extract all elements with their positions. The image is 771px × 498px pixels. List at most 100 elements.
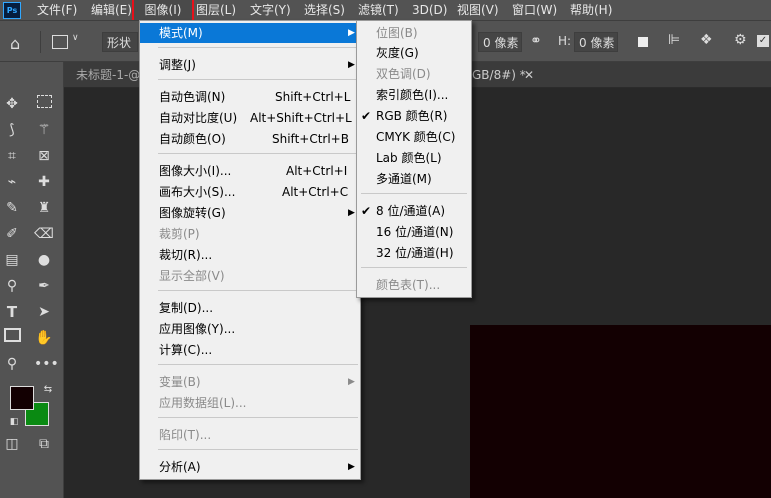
menu-item-auto-contrast[interactable]: 自动对比度(U) Alt+Shift+Ctrl+L [140,108,360,128]
submenu-item-8-bit[interactable]: ✔ 8 位/通道(A) [357,201,471,221]
move-tool-icon[interactable]: ✥ [2,94,22,114]
home-icon[interactable]: ⌂ [10,34,20,53]
submenu-arrow-icon: ▶ [348,462,355,472]
menu-item-canvas-size[interactable]: 画布大小(S)... Alt+Ctrl+C [140,182,360,202]
menu-separator [361,193,467,194]
width-field[interactable]: 0 像素 [478,32,522,52]
type-tool-icon[interactable]: T [2,302,22,322]
more-tools-icon[interactable]: ••• [34,354,59,374]
foreground-color-swatch[interactable] [10,386,34,410]
menu-item-auto-color[interactable]: 自动颜色(O) Shift+Ctrl+B [140,129,360,149]
dodge-tool-icon[interactable]: ⚲ [2,276,22,296]
blur-tool-icon[interactable]: ● [34,250,54,270]
close-icon[interactable]: ✕ [524,62,534,88]
menu-item-apply-image[interactable]: 应用图像(Y)... [140,319,360,339]
history-brush-icon[interactable]: ✐ [2,224,22,244]
zoom-tool-icon[interactable]: ⚲ [2,354,22,374]
menu-separator [158,449,358,450]
submenu-arrow-icon: ▶ [348,60,355,70]
menu-item-apply-data-set: 应用数据组(L)... [159,396,247,410]
menu-select[interactable]: 选择(S) [304,0,345,20]
submenu-arrow-icon: ▶ [348,28,355,38]
mode-submenu: 位图(B) 灰度(G) 双色调(D) 索引颜色(I)... ✔ RGB 颜色(R… [356,20,472,298]
menu-item-adjust[interactable]: 调整(J) ▶ [140,55,360,75]
gradient-tool-icon[interactable]: ▤ [2,250,22,270]
submenu-item-16-bit[interactable]: 16 位/通道(N) [357,222,471,242]
menu-item-variables: 变量(B) ▶ [140,372,360,392]
submenu-item-duotone: 双色调(D) [376,67,431,81]
submenu-item-multichannel[interactable]: 多通道(M) [357,169,471,189]
tools-panel: ✥ ⟆ ⚚ ⌗ ⊠ ⌁ ✚ ✎ ♜ ✐ ⌫ ▤ ● ⚲ ✒ T ➤ ✋ ⚲ ••… [0,62,64,498]
frame-tool-icon[interactable]: ⊠ [34,146,54,166]
submenu-arrow-icon: ▶ [348,208,355,218]
lasso-tool-icon[interactable]: ⟆ [2,120,22,140]
menu-file[interactable]: 文件(F) [37,0,77,20]
magic-wand-icon[interactable]: ⚚ [34,120,54,140]
submenu-item-indexed-color[interactable]: 索引颜色(I)... [357,85,471,105]
crop-tool-icon[interactable]: ⌗ [2,146,22,166]
submenu-item-32-bit[interactable]: 32 位/通道(H) [357,243,471,263]
submenu-item-grayscale[interactable]: 灰度(G) [357,43,471,63]
image-menu-dropdown: 模式(M) ▶ 调整(J) ▶ 自动色调(N) Shift+Ctrl+L 自动对… [139,20,361,480]
menu-separator [158,79,358,80]
quick-mask-icon[interactable]: ◫ [2,434,22,454]
document-tab[interactable]: 未标题-1-@ [76,62,140,88]
healing-brush-icon[interactable]: ✚ [34,172,54,192]
menu-filter[interactable]: 滤镜(T) [358,0,399,20]
menu-item-trap: 陷印(T)... [159,428,212,442]
menu-view[interactable]: 视图(V) [457,0,499,20]
menu-item-reveal-all: 显示全部(V) [159,269,225,283]
submenu-arrow-icon: ▶ [348,377,355,387]
menu-item-analysis[interactable]: 分析(A) ▶ [140,457,360,477]
shape-mode-select[interactable]: 形状 [102,32,138,52]
swap-colors-icon[interactable]: ⇆ [38,380,58,400]
document-canvas[interactable] [470,325,771,498]
height-field[interactable]: 0 像素 [574,32,618,52]
gear-icon[interactable]: ⚙ [734,32,747,48]
menu-item-trim[interactable]: 裁切(R)... [140,245,360,265]
menu-help[interactable]: 帮助(H) [570,0,612,20]
photoshop-logo: Ps [3,2,21,19]
submenu-item-bitmap: 位图(B) [376,26,418,40]
menu-separator [158,417,358,418]
pen-tool-icon[interactable]: ✒ [34,276,54,296]
link-icon[interactable]: ⚭ [530,33,542,49]
submenu-item-cmyk-color[interactable]: CMYK 颜色(C) [357,127,471,147]
screen-mode-icon[interactable]: ⧉ [34,434,54,454]
height-label: H: [558,34,572,48]
menu-3d[interactable]: 3D(D) [412,0,447,20]
menu-type[interactable]: 文字(Y) [250,0,291,20]
menu-item-calculations[interactable]: 计算(C)... [140,340,360,360]
menu-window[interactable]: 窗口(W) [512,0,557,20]
path-selection-icon[interactable]: ➤ [34,302,54,322]
menu-layer[interactable]: 图层(L) [196,0,236,20]
menu-item-crop: 裁剪(P) [159,227,200,241]
menu-image[interactable]: 图像(I) [132,0,194,22]
rectangle-tool-icon[interactable] [2,328,22,348]
eyedropper-icon[interactable]: ⌁ [2,172,22,192]
submenu-item-color-table: 颜色表(T)... [376,278,441,292]
path-alignment-icon[interactable]: ⊫ [668,32,680,48]
submenu-item-rgb-color[interactable]: ✔ RGB 颜色(R) [357,106,471,126]
menu-item-image-size[interactable]: 图像大小(I)... Alt+Ctrl+I [140,161,360,181]
clone-stamp-icon[interactable]: ♜ [34,198,54,218]
menu-item-image-rotation[interactable]: 图像旋转(G) ▶ [140,203,360,223]
align-edges-checkbox[interactable]: ✓ [757,35,769,47]
brush-tool-icon[interactable]: ✎ [2,198,22,218]
document-tab-title[interactable]: GB/8#) * [472,62,526,88]
menu-edit[interactable]: 编辑(E) [91,0,132,20]
default-colors-icon[interactable]: ◧ [4,412,24,432]
divider [40,31,41,53]
menu-bar: Ps 文件(F) 编辑(E) 图像(I) 图层(L) 文字(Y) 选择(S) 滤… [0,0,771,22]
path-operations-icon[interactable] [638,37,648,47]
hand-tool-icon[interactable]: ✋ [34,328,54,348]
menu-item-duplicate[interactable]: 复制(D)... [140,298,360,318]
chevron-down-icon[interactable]: ∨ [72,33,79,43]
rectangle-tool-icon[interactable] [52,35,68,49]
menu-item-auto-tone[interactable]: 自动色调(N) Shift+Ctrl+L [140,87,360,107]
path-arrangement-icon[interactable]: ❖ [700,32,713,48]
submenu-item-lab-color[interactable]: Lab 颜色(L) [357,148,471,168]
marquee-tool-icon[interactable] [34,94,54,114]
eraser-tool-icon[interactable]: ⌫ [34,224,54,244]
menu-item-mode[interactable]: 模式(M) ▶ [140,23,360,43]
